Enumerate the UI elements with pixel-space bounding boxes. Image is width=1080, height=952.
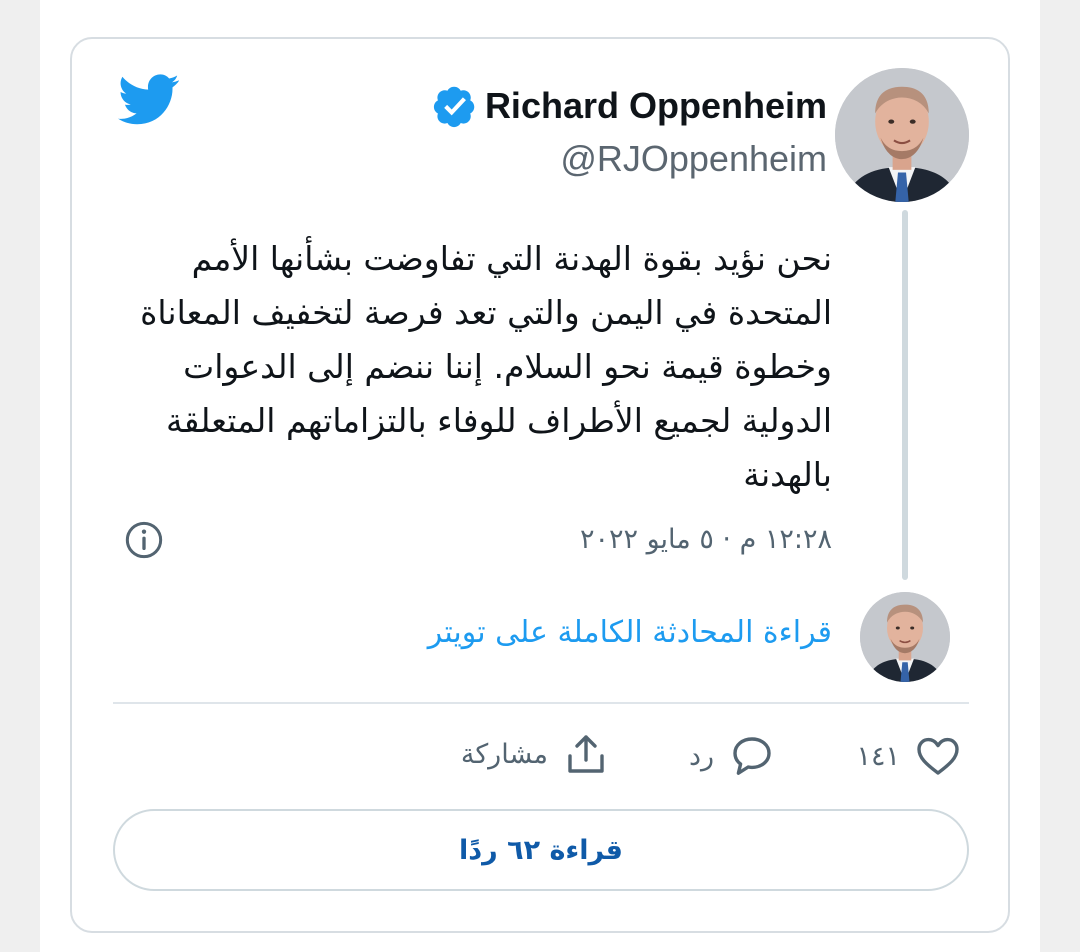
heart-icon [914,732,962,780]
author-avatar[interactable] [835,68,969,202]
author-name: Richard Oppenheim [484,85,827,126]
reply-button[interactable]: رد [689,732,776,780]
share-label: مشاركة [460,738,548,770]
read-replies-label: قراءة ٦٢ ردًا [459,834,623,866]
speech-bubble-icon [728,732,776,780]
share-button[interactable]: مشاركة [461,730,610,778]
read-full-conversation-link[interactable]: قراءة المحادثة الكاملة على تويتر [428,615,832,650]
verified-badge-icon [433,84,477,128]
reply-label: رد [688,740,714,772]
divider [113,702,969,704]
like-count: ١٤١ [856,740,900,772]
tweet-timestamp[interactable]: ١٢:٢٨ م · ٥ مايو ٢٠٢٢ [580,524,832,555]
read-replies-button[interactable]: قراءة ٦٢ ردًا [113,809,969,891]
author-name-row[interactable]: Richard Oppenheim [433,82,827,130]
author-avatar-small[interactable] [860,592,950,682]
like-button[interactable]: ١٤١ [856,732,962,780]
info-icon[interactable] [124,520,164,560]
author-handle[interactable]: @RJOppenheim [560,138,827,180]
thread-connector-line [902,210,908,580]
twitter-logo-icon[interactable] [118,74,180,126]
share-upload-icon [562,730,610,778]
tweet-text: نحن نؤيد بقوة الهدنة التي تفاوضت بشأنها … [140,239,832,494]
